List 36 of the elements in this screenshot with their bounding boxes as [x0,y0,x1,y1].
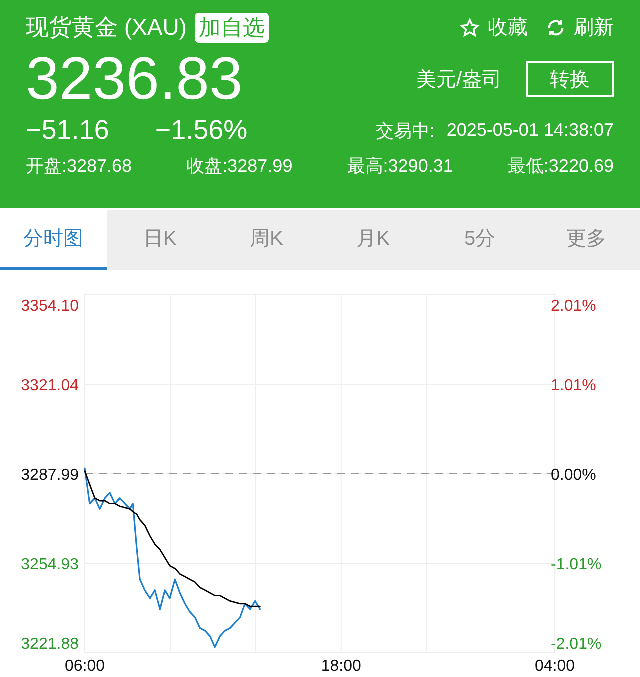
add-watchlist-button[interactable]: 加自选 [195,12,269,42]
price-axis-label: 3321.04 [21,378,79,395]
chart-tab[interactable]: 周K [213,210,320,270]
trading-status: 交易中: [376,120,435,142]
percent-axis-label: 2.01% [551,298,596,315]
refresh-icon [546,18,566,38]
price-axis-label: 3221.88 [21,636,79,653]
chart-tab[interactable]: 日K [106,210,214,270]
current-price: 3236.83 [26,45,243,113]
chart-tab[interactable]: 月K [320,210,427,270]
time-axis-label: 18:00 [321,658,362,675]
chart-tab[interactable]: 5分 [426,210,534,270]
price-axis-label: 3287.99 [21,467,79,484]
percent-change: −1.56% [155,115,248,146]
timestamp: 2025-05-01 14:38:07 [446,120,614,141]
unit-label: 美元/盎司 [416,68,502,92]
percent-axis-label: 0.00% [551,467,596,484]
star-icon [460,18,480,38]
percent-axis-label: -1.01% [551,556,602,574]
price-axis-label: 3354.10 [21,298,79,315]
time-axis-label: 06:00 [64,658,106,675]
chart-tab[interactable]: 更多 [533,210,640,270]
time-axis-label: 04:00 [534,658,576,675]
price-axis-label: 3254.93 [21,556,79,574]
price-change: −51.16 [26,115,110,146]
convert-button[interactable]: 转换 [526,61,614,97]
price-stat: 收盘:3287.99 [186,155,293,178]
favorite-button[interactable]: 收藏 [460,14,528,41]
price-stat: 最高:3290.31 [347,155,454,178]
percent-axis-label: 1.01% [551,378,596,395]
price-stat: 最低:3220.69 [508,155,614,178]
percent-axis-label: -2.01% [551,636,602,653]
chart-tab[interactable]: 分时图 [0,210,107,270]
price-stat: 开盘:3287.68 [26,155,132,178]
instrument-title: 现货黄金 (XAU) [26,13,187,42]
refresh-button[interactable]: 刷新 [546,14,614,41]
